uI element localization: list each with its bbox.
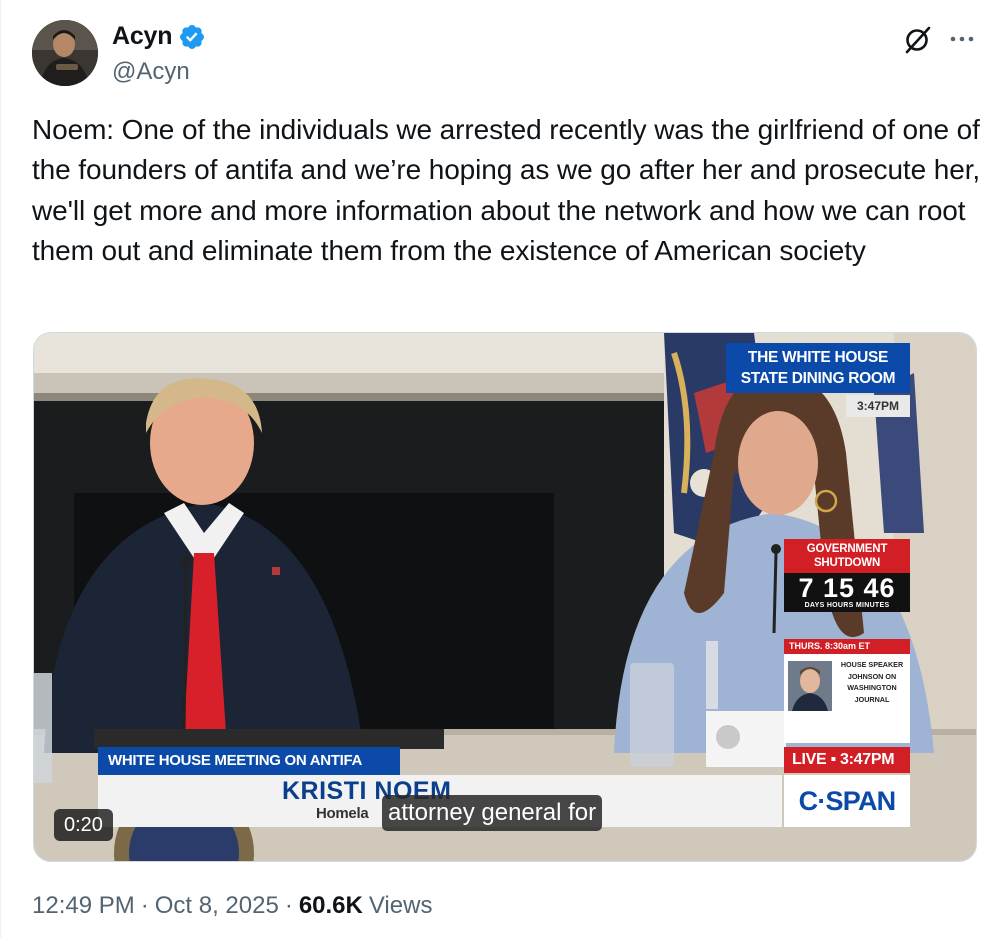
tweet-date[interactable]: Oct 8, 2025 bbox=[155, 892, 279, 920]
promo-box: THURS. 8:30am ET HOUSE SPEAKER JOHNSON O… bbox=[784, 639, 910, 743]
grok-icon[interactable] bbox=[901, 22, 935, 56]
network-logo: C·SPAN bbox=[784, 775, 910, 827]
live-indicator: LIVE ▪ 3:47PM ET bbox=[784, 747, 910, 794]
video-caption: attorney general for bbox=[382, 795, 603, 831]
author-display-name[interactable]: Acyn bbox=[112, 22, 173, 51]
location-banner: THE WHITE HOUSE STATE DINING ROOM bbox=[726, 343, 910, 393]
avatar[interactable] bbox=[32, 20, 98, 86]
views-label[interactable]: Views bbox=[369, 892, 433, 920]
shutdown-counter-box: GOVERNMENT SHUTDOWN 7 15 46 DAYS HOURS M… bbox=[784, 539, 910, 612]
views-count[interactable]: 60.6K bbox=[299, 892, 363, 920]
tweet-meta: 12:49 PM · Oct 8, 2025 · 60.6K Views bbox=[32, 892, 432, 920]
promo-portrait bbox=[788, 661, 832, 711]
avatar-image bbox=[32, 20, 98, 86]
lower-third-title: Homela bbox=[316, 805, 369, 822]
promo-text: HOUSE SPEAKER JOHNSON ON WASHINGTON JOUR… bbox=[840, 660, 904, 704]
meta-separator: · bbox=[284, 892, 293, 919]
location-line-2: STATE DINING ROOM bbox=[740, 370, 896, 387]
shutdown-label: GOVERNMENT SHUTDOWN bbox=[784, 539, 910, 573]
shutdown-label-line-1: GOVERNMENT bbox=[806, 543, 888, 555]
shutdown-label-line-2: SHUTDOWN bbox=[813, 557, 881, 569]
location-line-1: THE WHITE HOUSE bbox=[747, 349, 889, 366]
tweet-text: Noem: One of the individuals we arrested… bbox=[32, 114, 981, 266]
lower-third-tag: WHITE HOUSE MEETING ON ANTIFA bbox=[98, 747, 400, 775]
video-duration: 0:20 bbox=[54, 809, 113, 841]
shutdown-units: DAYS HOURS MINUTES bbox=[784, 602, 910, 612]
location-time: 3:47PM bbox=[846, 395, 910, 417]
more-icon[interactable] bbox=[947, 24, 977, 54]
author-handle[interactable]: @Acyn bbox=[112, 58, 190, 86]
author-name-row: Acyn bbox=[112, 22, 206, 51]
verified-badge-icon[interactable] bbox=[178, 23, 206, 51]
promo-portrait-image bbox=[788, 661, 832, 711]
tweet-time[interactable]: 12:49 PM bbox=[32, 892, 135, 920]
meta-separator: · bbox=[140, 892, 149, 919]
tweet-card: Acyn @Acyn Noem: One of the individuals … bbox=[0, 0, 1000, 938]
video-player[interactable]: THE WHITE HOUSE STATE DINING ROOM 3:47PM… bbox=[33, 332, 977, 862]
promo-header: THURS. 8:30am ET bbox=[784, 639, 910, 654]
shutdown-counter: 7 15 46 bbox=[784, 573, 910, 602]
